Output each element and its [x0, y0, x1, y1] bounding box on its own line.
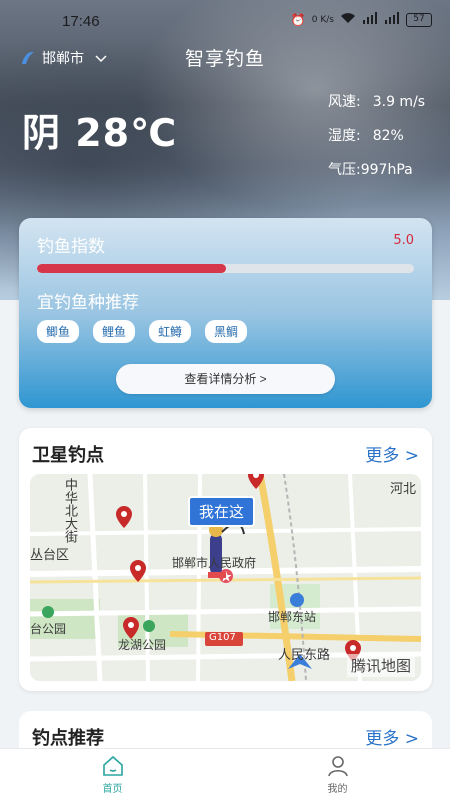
- wind-value: 3.9 m/s: [372, 94, 426, 110]
- wifi-icon: [340, 12, 356, 27]
- wind-row: 风速: 3.9 m/s: [328, 88, 425, 116]
- humidity-value: 82%: [372, 128, 404, 144]
- fishing-index-bar-fill: [37, 264, 226, 273]
- map-label-road: G107: [209, 632, 236, 643]
- map-label-park1: 台公园: [30, 622, 67, 636]
- user-icon: [327, 756, 348, 777]
- view-detail-analysis-button[interactable]: 查看详情分析 >: [116, 364, 335, 394]
- humidity-row: 湿度: 82%: [328, 122, 425, 150]
- satellite-spots-card: 卫星钓点 更多 > 中华北大街 丛台区 邯郸市人民政府 台公园 龙湖公园 G10…: [19, 428, 432, 691]
- nav-home-label: 首页: [102, 784, 123, 795]
- my-location-badge: 我在这: [188, 496, 256, 527]
- fishing-index-bar: [37, 264, 414, 273]
- status-time: 17:46: [62, 13, 100, 30]
- app-title: 智享钓鱼: [184, 48, 265, 70]
- pressure-row: 气压: 997hPa: [328, 156, 425, 184]
- station-marker-icon: [290, 593, 304, 607]
- signal-icon-2: [384, 12, 400, 27]
- park-marker-icon: [42, 606, 54, 618]
- recommended-spots-title: 钓点推荐: [32, 728, 104, 749]
- species-tags: 鲫鱼 鲤鱼 虹鳟 黑鲷: [37, 320, 248, 343]
- top-bar: 邯郸市 智享钓鱼: [0, 40, 450, 74]
- bottom-nav: 首页 我的: [0, 748, 450, 800]
- wind-label: 风速:: [328, 94, 361, 110]
- weather-details: 风速: 3.9 m/s 湿度: 82% 气压: 997hPa: [328, 88, 425, 184]
- weather-condition-temperature: 阴 28℃: [22, 111, 178, 155]
- map-label-district: 丛台区: [30, 548, 70, 563]
- nav-mine-label: 我的: [327, 784, 348, 795]
- map-label-gov: 邯郸市人民政府: [172, 556, 257, 570]
- species-tag[interactable]: 虹鳟: [149, 320, 192, 343]
- pressure-label: 气压:: [328, 162, 361, 178]
- satellite-more-link[interactable]: 更多 >: [365, 441, 419, 466]
- nav-mine[interactable]: 我的: [225, 749, 450, 800]
- status-icons: ⏰ 0 K/s 57: [291, 12, 432, 27]
- battery-icon: 57: [406, 12, 432, 27]
- map-label-street: 中华北大街: [62, 478, 77, 543]
- pressure-value: 997hPa: [360, 162, 413, 178]
- fishing-index-card: 钓鱼指数 5.0 宜钓鱼种推荐 鲫鱼 鲤鱼 虹鳟 黑鲷 查看详情分析 >: [19, 218, 432, 408]
- park-marker-icon: [143, 620, 155, 632]
- fishing-index-value: 5.0: [393, 233, 414, 248]
- satellite-spots-title: 卫星钓点: [32, 445, 104, 466]
- status-bar: 17:46 ⏰ 0 K/s 57: [0, 0, 450, 42]
- satellite-map[interactable]: 中华北大街 丛台区 邯郸市人民政府 台公园 龙湖公园 G107 邯郸东站 人民东…: [30, 474, 421, 681]
- net-speed: 0 K/s: [311, 14, 334, 25]
- signal-icon: [362, 12, 378, 27]
- alarm-icon: ⏰: [290, 12, 306, 27]
- recommended-more-link[interactable]: 更多 >: [365, 724, 419, 749]
- recommended-species-label: 宜钓鱼种推荐: [37, 293, 139, 313]
- species-tag[interactable]: 黑鲷: [205, 320, 248, 343]
- map-brand: 腾讯地图: [346, 654, 415, 677]
- map-label-station: 邯郸东站: [268, 610, 317, 624]
- map-label-park2: 龙湖公园: [118, 638, 167, 652]
- map-brand-label: 腾讯地图: [350, 657, 411, 675]
- species-tag[interactable]: 鲫鱼: [37, 320, 80, 343]
- home-icon: [102, 755, 123, 776]
- nav-home[interactable]: 首页: [0, 749, 225, 800]
- map-label-road2: 人民东路: [278, 648, 331, 663]
- humidity-label: 湿度:: [328, 128, 361, 144]
- fishing-index-label: 钓鱼指数: [37, 237, 105, 257]
- species-tag[interactable]: 鲤鱼: [93, 320, 136, 343]
- map-label-north: 河北: [390, 482, 417, 497]
